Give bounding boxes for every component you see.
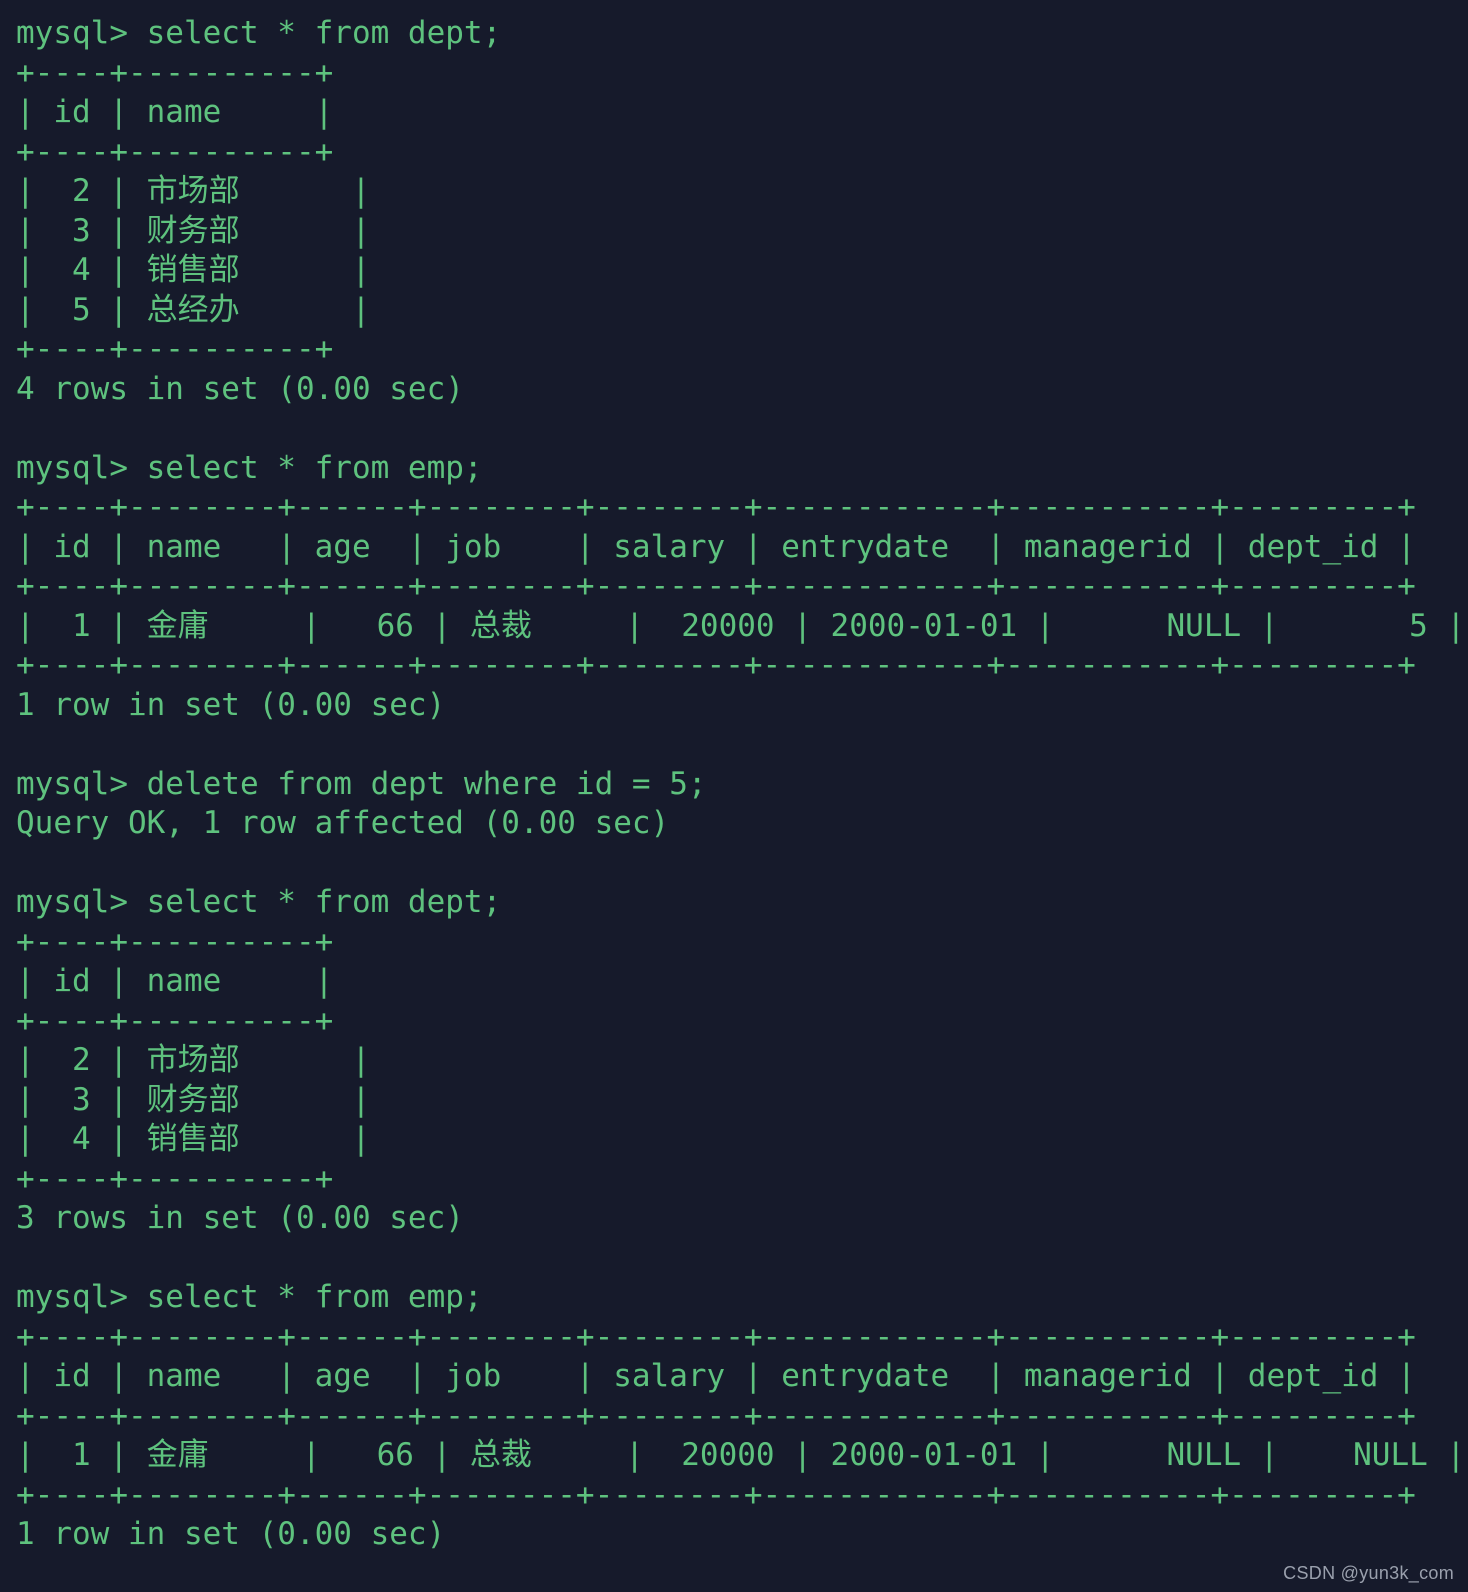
terminal-window[interactable]: mysql> select * from dept; +----+-------… <box>0 0 1468 1592</box>
terminal-output: mysql> select * from dept; +----+-------… <box>16 15 1466 1552</box>
watermark-label: CSDN @yun3k_com <box>1283 1563 1454 1583</box>
